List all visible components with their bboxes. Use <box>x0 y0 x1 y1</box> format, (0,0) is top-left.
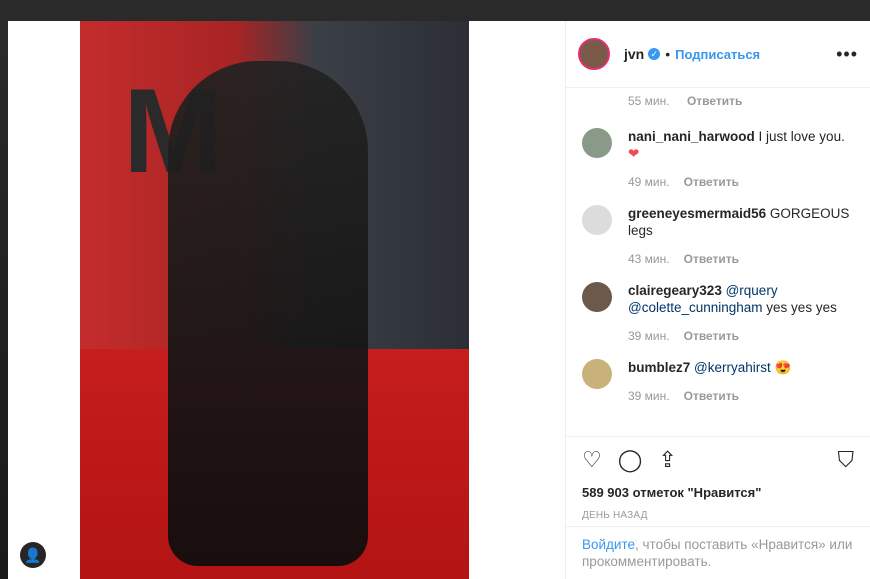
post-actions: ♡ ◯ ⇪ ⛉ 589 903 отметок "Нравится" ДЕНЬ … <box>566 436 870 521</box>
comment-item: greeneyesmermaid56 GORGEOUS legs 43 мин.… <box>582 205 854 268</box>
likes-count[interactable]: 589 903 отметок "Нравится" <box>566 473 870 500</box>
reply-button[interactable]: Ответить <box>684 389 739 403</box>
heart-eyes-emoji: 😍 <box>774 360 792 375</box>
post-modal: M jvn ✓ • Подписаться ••• 55 мин. Ответи… <box>8 21 870 579</box>
verified-badge-icon: ✓ <box>648 48 661 60</box>
commenter-username[interactable]: clairegeary323 <box>628 283 722 298</box>
comment-item: nani_nani_harwood I just love you. ❤ 49 … <box>582 128 854 191</box>
commenter-username[interactable]: greeneyesmermaid56 <box>628 206 766 221</box>
reply-button[interactable]: Ответить <box>687 94 742 108</box>
comment-item: clairegeary323 @rquery @colette_cunningh… <box>582 282 854 345</box>
comment-time: 39 мин. <box>628 329 670 343</box>
commenter-avatar[interactable] <box>582 205 612 235</box>
comment-time: 39 мин. <box>628 389 670 403</box>
share-icon[interactable]: ⇪ <box>658 447 676 473</box>
user-tag-icon[interactable]: 👤 <box>20 542 46 568</box>
comments-list[interactable]: 55 мин. Ответить nani_nani_harwood I jus… <box>566 88 870 438</box>
author-avatar[interactable] <box>578 38 610 70</box>
comment-time: 55 мин. <box>628 94 670 108</box>
mention-link[interactable]: @colette_cunningham <box>628 300 763 315</box>
comment-text: yes yes yes <box>762 300 837 315</box>
reply-button[interactable]: Ответить <box>684 175 739 189</box>
reply-button[interactable]: Ответить <box>684 329 739 343</box>
photo-person <box>168 61 368 566</box>
bookmark-icon[interactable]: ⛉ <box>837 447 854 473</box>
comment-item: bumblez7 @kerryahirst 😍 39 мин. Ответить <box>582 359 854 405</box>
heart-emoji: ❤ <box>628 146 640 161</box>
post-photo[interactable]: M <box>8 21 565 579</box>
login-link[interactable]: Войдите <box>582 537 635 552</box>
mention-link[interactable]: @rquery <box>726 283 778 298</box>
commenter-avatar[interactable] <box>582 128 612 158</box>
comment-icon[interactable]: ◯ <box>618 447 643 473</box>
heart-icon[interactable]: ♡ <box>582 447 602 473</box>
follow-button[interactable]: Подписаться <box>675 47 760 62</box>
reply-button[interactable]: Ответить <box>684 252 739 266</box>
author-username[interactable]: jvn <box>624 46 644 62</box>
post-timestamp: ДЕНЬ НАЗАД <box>582 510 648 521</box>
mention-link[interactable]: @kerryahirst <box>694 360 771 375</box>
comment-time: 49 мин. <box>628 175 670 189</box>
post-sidebar: jvn ✓ • Подписаться ••• 55 мин. Ответить… <box>565 21 870 579</box>
comment-time: 43 мин. <box>628 252 670 266</box>
commenter-username[interactable]: nani_nani_harwood <box>628 129 755 144</box>
comment-meta: 55 мин. Ответить <box>628 94 742 108</box>
login-prompt: Войдите, чтобы поставить «Нравится» или … <box>566 526 870 579</box>
post-header: jvn ✓ • Подписаться ••• <box>566 21 870 88</box>
more-options-icon[interactable]: ••• <box>836 44 858 65</box>
commenter-username[interactable]: bumblez7 <box>628 360 690 375</box>
commenter-avatar[interactable] <box>582 282 612 312</box>
comment-text: I just love you. <box>754 129 845 144</box>
commenter-avatar[interactable] <box>582 359 612 389</box>
header-separator: • <box>665 46 671 62</box>
